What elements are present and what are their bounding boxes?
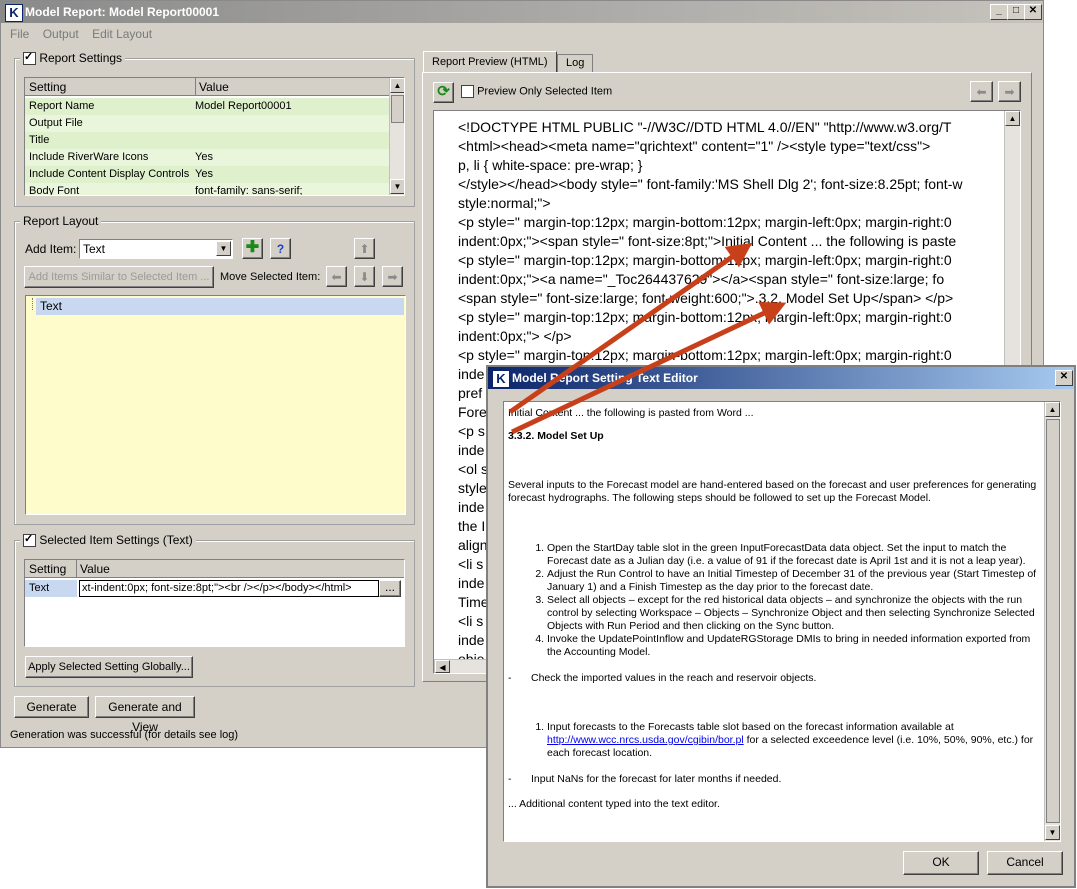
arrow-intro-to-source: [508, 242, 753, 415]
arrow-heading-to-source: [510, 302, 787, 435]
annotation-arrows: [508, 242, 787, 435]
